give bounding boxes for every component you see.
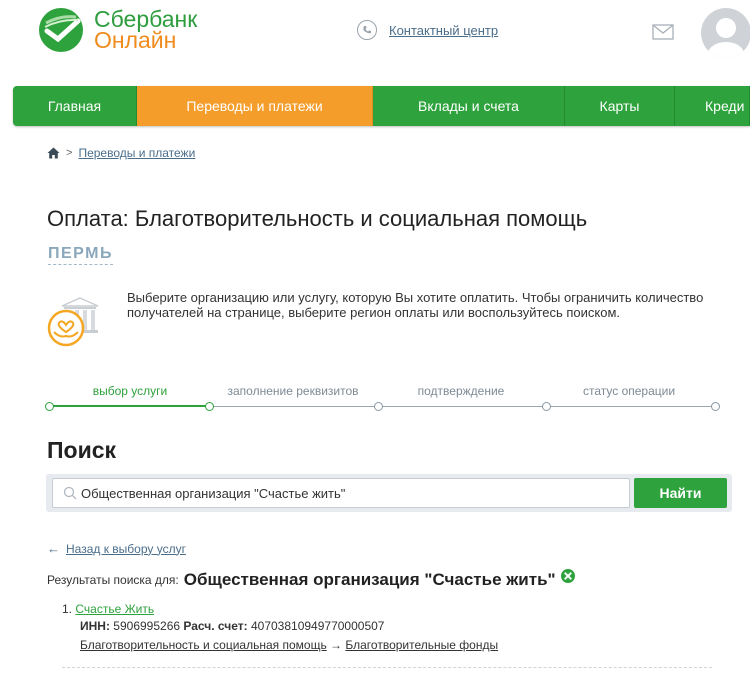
- sberbank-logo-icon: [39, 8, 83, 52]
- results-label: Результаты поиска для:: [47, 573, 179, 587]
- result-name-link[interactable]: Счастье Жить: [75, 602, 154, 616]
- nav-item-cards[interactable]: Карты: [565, 86, 675, 126]
- result-number: 1.: [62, 602, 73, 616]
- search-input[interactable]: Общественная организация "Счастье жить": [52, 478, 630, 508]
- user-silhouette-icon: [708, 18, 744, 58]
- steps-progress: [49, 405, 209, 407]
- breadcrumb: > Переводы и платежи: [47, 146, 195, 160]
- logo-text-line2: Онлайн: [94, 27, 177, 53]
- result-category-link[interactable]: Благотворительность и социальная помощь: [80, 638, 327, 652]
- clear-icon[interactable]: [560, 569, 575, 583]
- step-start-dot: [45, 402, 54, 411]
- result-subcategory-link[interactable]: Благотворительные фонды: [345, 638, 498, 652]
- result-details: ИНН: 5906995266 Расч. счет: 407038109497…: [80, 619, 384, 633]
- mail-icon[interactable]: [652, 24, 674, 40]
- result-category-path: Благотворительность и социальная помощь …: [80, 638, 498, 652]
- region-selector[interactable]: ПЕРМЬ: [48, 245, 113, 265]
- step-dot-2: [374, 402, 383, 411]
- charity-hands-icon: [47, 297, 99, 347]
- breadcrumb-link-transfers[interactable]: Переводы и платежи: [78, 146, 195, 160]
- list-item: 1. Счастье Жить: [62, 601, 154, 618]
- results-query: Общественная организация "Счастье жить": [183, 570, 556, 589]
- step-label-fill-details: заполнение реквизитов: [227, 384, 359, 398]
- step-dot-4: [711, 402, 720, 411]
- page-title: Оплата: Благотворительность и социальная…: [47, 206, 588, 231]
- step-dot-1: [205, 402, 214, 411]
- nav-item-deposits[interactable]: Вклады и счета: [373, 86, 565, 126]
- contact-center-label: Контактный центр: [389, 22, 499, 38]
- search-input-value: Общественная организация "Счастье жить": [81, 485, 346, 501]
- nav-item-home[interactable]: Главная: [13, 86, 137, 126]
- path-arrow: →: [330, 638, 343, 652]
- phone-circle-icon: [357, 20, 377, 40]
- nav-item-transfers[interactable]: Переводы и платежи: [137, 86, 373, 126]
- search-button[interactable]: Найти: [634, 478, 727, 508]
- nav-item-credits[interactable]: Креди: [675, 86, 750, 126]
- inn-value: 5906995266: [113, 619, 181, 633]
- home-icon[interactable]: [47, 147, 60, 159]
- back-link-label: Назад к выбору услуг: [66, 541, 186, 556]
- inn-label: ИНН:: [80, 619, 110, 633]
- step-label-status: статус операции: [582, 384, 676, 398]
- main-nav: Главная Переводы и платежи Вклады и счет…: [13, 86, 750, 126]
- search-title: Поиск: [47, 437, 117, 463]
- result-divider: [62, 667, 712, 668]
- results-header: Результаты поиска для: Общественная орга…: [47, 569, 575, 590]
- sberbank-logo[interactable]: Сбербанк Онлайн: [38, 7, 197, 53]
- search-icon: [63, 486, 77, 500]
- search-panel: Общественная организация "Счастье жить" …: [46, 474, 732, 512]
- contact-center-link[interactable]: Контактный центр: [357, 20, 498, 40]
- step-dot-3: [542, 402, 551, 411]
- back-to-services-link[interactable]: ← Назад к выбору услуг: [47, 541, 186, 556]
- account-value: 40703810949770000507: [250, 619, 385, 633]
- intro-text: Выберите организацию или услугу, которую…: [127, 290, 704, 320]
- avatar[interactable]: [701, 8, 750, 58]
- breadcrumb-separator: >: [66, 147, 73, 159]
- step-label-confirm: подтверждение: [417, 384, 505, 398]
- account-label: Расч. счет:: [183, 619, 248, 633]
- arrow-left-icon: ←: [47, 541, 60, 556]
- step-label-select-service: выбор услуги: [92, 384, 168, 398]
